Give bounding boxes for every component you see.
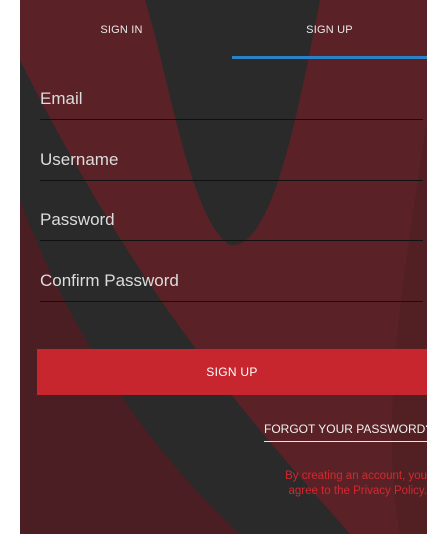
tab-selected-indicator xyxy=(232,56,427,59)
privacy-notice-line-2: agree to the Privacy Policy. xyxy=(288,485,428,497)
tab-sign-in[interactable]: SIGN IN xyxy=(20,0,223,60)
email-field[interactable] xyxy=(40,79,423,119)
privacy-notice-line-1: By creating an account, you xyxy=(285,470,427,482)
sign-up-button[interactable]: SIGN UP xyxy=(37,349,427,395)
privacy-notice: By creating an account, you agree to the… xyxy=(250,469,427,499)
username-field-container xyxy=(40,140,423,181)
confirm-password-field[interactable] xyxy=(40,261,423,301)
password-field-container xyxy=(40,200,423,241)
auth-tabs: SIGN IN SIGN UP xyxy=(20,0,427,60)
forgot-password-underline xyxy=(264,441,427,442)
email-field-container xyxy=(40,79,423,120)
signup-screen: SIGN IN SIGN UP SIGN UP FORGOT YOUR PASS… xyxy=(20,0,427,534)
confirm-password-field-container xyxy=(40,261,423,302)
tab-sign-up[interactable]: SIGN UP xyxy=(232,0,427,60)
password-field[interactable] xyxy=(40,200,423,240)
username-field[interactable] xyxy=(40,140,423,180)
